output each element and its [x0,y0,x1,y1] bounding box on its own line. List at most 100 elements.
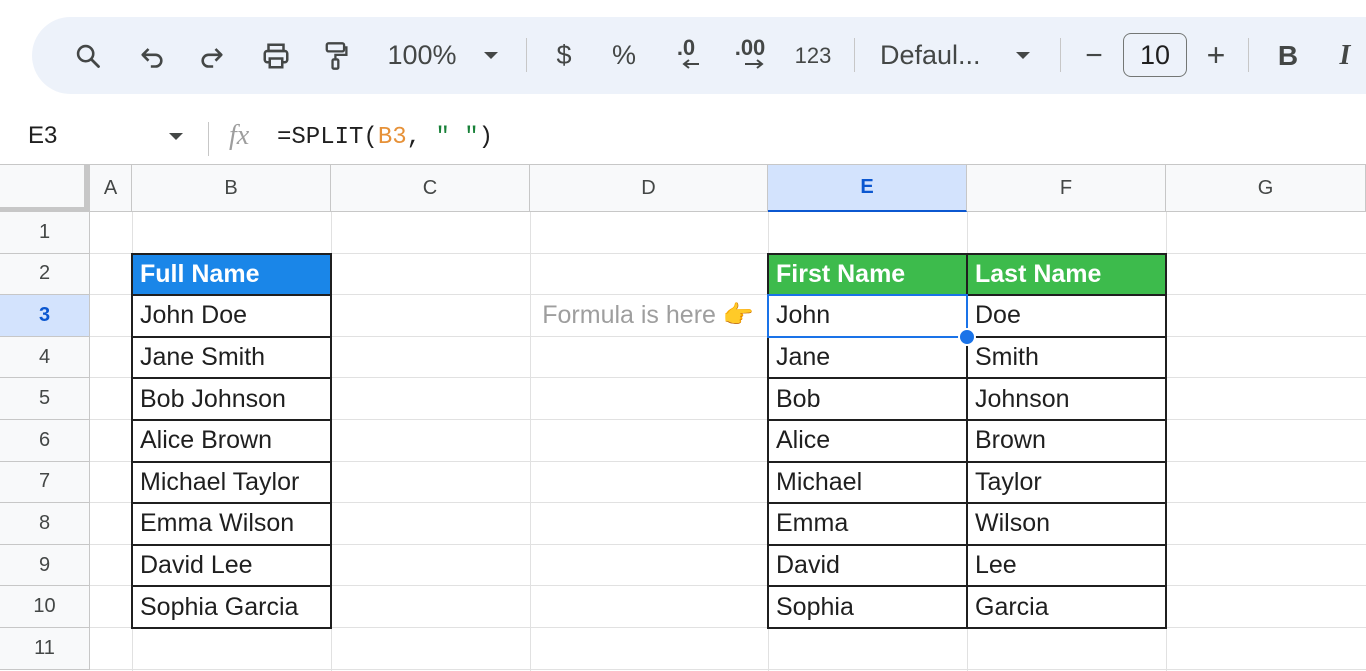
redo-icon[interactable] [190,17,234,94]
cell-f2-last-name-header[interactable]: Last Name [966,252,1167,297]
fx-icon: fx [229,120,250,151]
cell-first-name[interactable]: Emma [767,502,968,546]
gridline-horizontal [90,668,1366,670]
undo-icon[interactable] [130,17,174,94]
formula-note: Formula is here 👉 [542,301,754,330]
cell-first-name[interactable]: Sophia [767,585,968,629]
column-header-e[interactable]: E [768,165,967,212]
font-size-input[interactable]: 10 [1123,33,1187,77]
cell-full-name[interactable]: Sophia Garcia [131,585,332,629]
paint-format-icon[interactable] [314,17,358,94]
cell-last-name[interactable]: Johnson [966,377,1167,421]
cell-last-name[interactable]: Garcia [966,585,1167,629]
column-header-f[interactable]: F [967,165,1166,212]
increase-font-size-button[interactable]: + [1198,17,1234,94]
column-header-c[interactable]: C [331,165,530,212]
cell-first-name[interactable]: Alice [767,419,968,463]
zoom-value: 100% [387,40,457,70]
formula-string-arg: " " [435,124,479,151]
formula-cell-ref: B3 [377,124,407,151]
row-header-2[interactable]: 2 [0,253,90,296]
cell-last-name[interactable]: Lee [966,543,1167,588]
row-header-4[interactable]: 4 [0,336,90,379]
plus-label: + [1206,37,1226,73]
cell-full-name[interactable]: Jane Smith [131,335,332,380]
toolbar-divider [1060,38,1061,72]
cell-first-name[interactable]: John [767,294,968,338]
increase-decimal-label: .00 [734,34,766,60]
cell-last-name[interactable]: Doe [966,294,1167,338]
italic-label: I [1339,39,1351,71]
cell-full-name[interactable]: David Lee [131,543,332,588]
cell-last-name[interactable]: Brown [966,419,1167,463]
toolbar: 100% $ % .0 .00 123 Defaul... − 10 + B I [32,17,1366,94]
formula-prefix: =SPLIT( [277,124,378,151]
currency-label: $ [556,40,572,70]
cell-last-name[interactable]: Taylor [966,460,1167,505]
cell-full-name[interactable]: Bob Johnson [131,377,332,421]
column-header-b[interactable]: B [132,165,331,212]
cell-full-name[interactable]: Alice Brown [131,419,332,463]
row-header-6[interactable]: 6 [0,420,90,462]
increase-decimal-button[interactable]: .00 [728,17,772,94]
zoom-dropdown-icon[interactable] [478,17,504,94]
cell-b2-full-name-header[interactable]: Full Name [131,252,332,297]
formula-bar: E3 fx =SPLIT(B3, " ") [0,112,1366,164]
cell-e2-first-name-header[interactable]: First Name [767,252,968,297]
row-header-11[interactable]: 11 [0,628,90,670]
row-header-9[interactable]: 9 [0,544,90,587]
fill-handle[interactable] [958,327,976,346]
row-header-1[interactable]: 1 [0,212,90,254]
cell-full-name[interactable]: John Doe [131,294,332,338]
cell-full-name[interactable]: Michael Taylor [131,460,332,505]
formula-input[interactable]: =SPLIT(B3, " ") [277,124,493,151]
decrease-decimal-label: .0 [676,34,696,60]
column-header-g[interactable]: G [1166,165,1366,212]
row-header-10[interactable]: 10 [0,586,90,628]
zoom-select[interactable]: 100% [382,17,462,94]
font-select[interactable]: Defaul... [880,17,990,94]
font-size-value: 10 [1139,39,1171,70]
toolbar-divider [1248,38,1249,72]
name-box[interactable]: E3 [28,122,57,150]
decrease-font-size-button[interactable]: − [1076,17,1112,94]
gridline-vertical [530,212,531,671]
minus-label: − [1085,38,1103,72]
cell-first-name[interactable]: Michael [767,460,968,505]
cell-first-name[interactable]: David [767,543,968,588]
cell-full-name[interactable]: Emma Wilson [131,502,332,546]
cell-first-name[interactable]: Jane [767,335,968,380]
currency-format-button[interactable]: $ [546,17,582,94]
row-header-8[interactable]: 8 [0,503,90,545]
formula-suffix: ) [478,124,494,151]
formula-separator: , [406,124,436,151]
percent-format-button[interactable]: % [606,17,642,94]
column-header-d[interactable]: D [530,165,768,212]
freeze-column-handle[interactable] [84,165,89,207]
italic-button[interactable]: I [1330,17,1360,94]
cell-last-name[interactable]: Wilson [966,502,1167,546]
bold-label: B [1277,39,1299,71]
row-header-5[interactable]: 5 [0,378,90,420]
font-value: Defaul... [880,40,981,70]
name-box-dropdown-icon[interactable] [168,129,184,147]
select-all-corner[interactable] [0,165,90,213]
toolbar-divider [526,38,527,72]
row-header-3[interactable]: 3 [0,295,90,337]
print-icon[interactable] [254,17,298,94]
column-header-a[interactable]: A [90,165,132,212]
search-icon[interactable] [66,17,110,94]
toolbar-divider [854,38,855,72]
more-formats-button[interactable]: 123 [788,17,838,94]
font-dropdown-icon[interactable] [1010,17,1036,94]
decrease-decimal-button[interactable]: .0 [664,17,708,94]
bold-button[interactable]: B [1270,17,1306,94]
formula-bar-divider [208,122,209,156]
row-header-7[interactable]: 7 [0,461,90,504]
cell-last-name[interactable]: Smith [966,335,1167,380]
percent-label: % [611,40,636,70]
spreadsheet-grid[interactable]: ABCDEFG 1 2 3 4 5 6 7 8 9 10 11 Full Name John Doe Ja… [0,164,1366,671]
column-header-row: ABCDEFG [0,164,1366,213]
cell-first-name[interactable]: Bob [767,377,968,421]
arrow-left-icon [682,58,699,69]
